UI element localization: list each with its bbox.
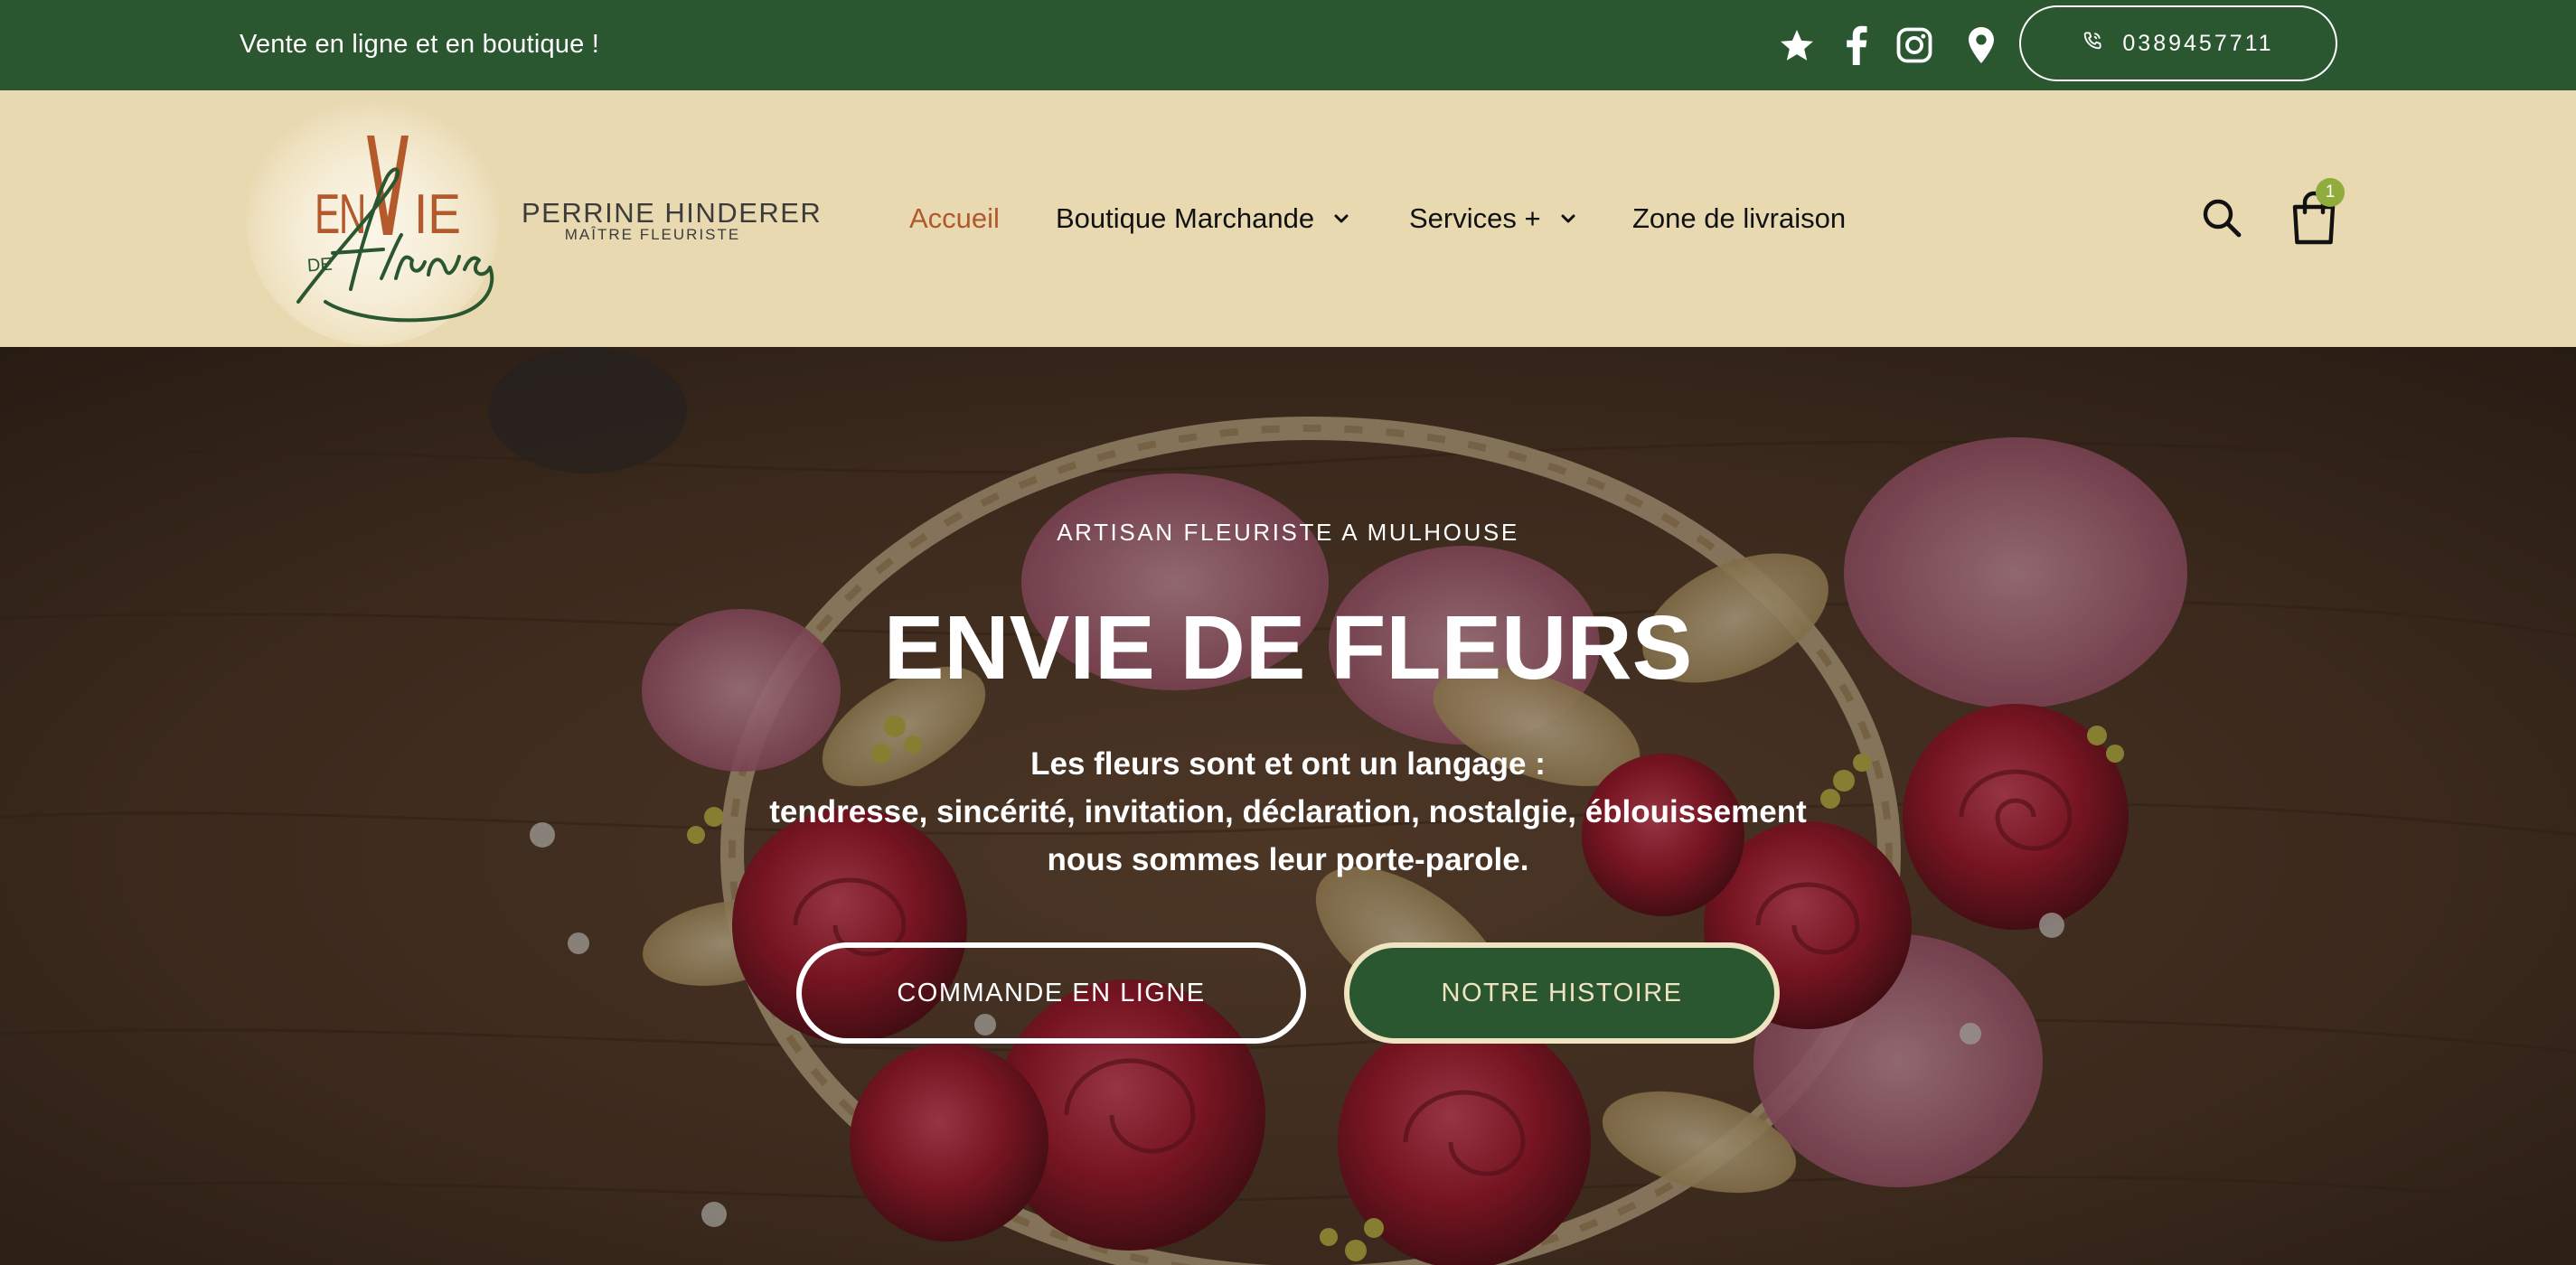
commande-en-ligne-button[interactable]: COMMANDE EN LIGNE bbox=[796, 942, 1306, 1044]
nav-item-label: Accueil bbox=[909, 202, 1000, 234]
location-pin-icon[interactable] bbox=[1958, 0, 2005, 90]
nav-item-label: Boutique Marchande bbox=[1056, 202, 1315, 234]
hero-kicker: ARTISAN FLEURISTE A MULHOUSE bbox=[1057, 519, 1519, 546]
search-icon[interactable] bbox=[2200, 196, 2243, 244]
phone-number: 0389457711 bbox=[2122, 30, 2274, 56]
chevron-down-icon bbox=[1561, 214, 1575, 223]
nav-item-boutique-marchande[interactable]: Boutique Marchande bbox=[1056, 90, 1350, 347]
phone-button[interactable]: 0389457711 bbox=[2019, 5, 2337, 81]
nav-item-label: Services + bbox=[1409, 202, 1541, 234]
hero-section: ARTISAN FLEURISTE A MULHOUSE ENVIE DE FL… bbox=[0, 347, 2576, 1265]
logo-mark: EN IE DE bbox=[296, 136, 494, 323]
nav-item-label: Zone de livraison bbox=[1632, 202, 1847, 234]
facebook-icon[interactable] bbox=[1833, 0, 1880, 90]
instagram-icon[interactable] bbox=[1891, 0, 1938, 90]
hero-description-line: nous sommes leur porte-parole. bbox=[1047, 842, 1529, 877]
brand-name: PERRINE HINDERER bbox=[522, 197, 823, 229]
chevron-down-icon bbox=[1334, 214, 1349, 223]
nav-item-accueil[interactable]: Accueil bbox=[909, 90, 1000, 347]
button-label: COMMANDE EN LIGNE bbox=[897, 978, 1206, 1007]
top-bar: Vente en ligne et en boutique ! 03894577… bbox=[0, 0, 2576, 90]
star-icon[interactable] bbox=[1773, 0, 1820, 90]
hero-description-line: tendresse, sincérité, invitation, déclar… bbox=[769, 794, 1807, 829]
site-header: EN IE DE PERRINE HINDERER MAÎTRE FLEURIS… bbox=[0, 90, 2576, 347]
nav-item-zone-de-livraison[interactable]: Zone de livraison bbox=[1632, 90, 1846, 347]
phone-icon bbox=[2082, 31, 2102, 57]
hero-title: ENVIE DE FLEURS bbox=[883, 597, 1693, 698]
nav-item-services[interactable]: Services + bbox=[1409, 90, 1577, 347]
notre-histoire-button[interactable]: NOTRE HISTOIRE bbox=[1344, 942, 1780, 1044]
svg-text:EN: EN bbox=[315, 183, 365, 246]
logo[interactable]: EN IE DE bbox=[242, 90, 531, 347]
hero-description-line: Les fleurs sont et ont un langage : bbox=[1030, 746, 1546, 782]
svg-text:IE: IE bbox=[414, 183, 461, 246]
brand-subtitle: MAÎTRE FLEURISTE bbox=[564, 226, 741, 243]
button-label: NOTRE HISTOIRE bbox=[1441, 978, 1683, 1007]
top-bar-tagline: Vente en ligne et en boutique ! bbox=[240, 30, 600, 59]
cart-count-badge: 1 bbox=[2316, 178, 2345, 207]
